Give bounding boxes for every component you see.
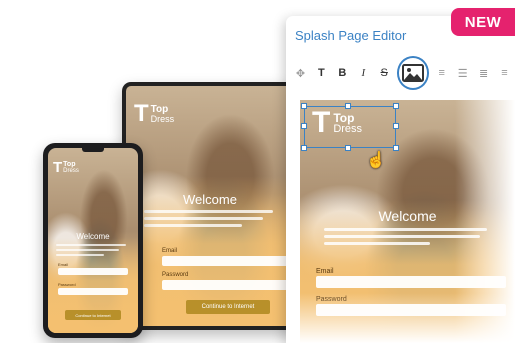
resize-handle[interactable]	[393, 145, 399, 151]
image-icon[interactable]	[396, 56, 430, 90]
welcome-heading: Welcome	[76, 232, 110, 241]
email-field[interactable]	[162, 256, 290, 266]
welcome-text-lines	[144, 210, 284, 231]
continue-button[interactable]: Continue to Internet	[65, 310, 121, 320]
format-toolbar: ✥ T B I S ≡ ☰ ≣ ≡	[286, 56, 515, 90]
continue-button[interactable]: Continue to Internet	[186, 300, 270, 314]
image-glyph	[401, 64, 424, 82]
resize-handle[interactable]	[393, 103, 399, 109]
indent-icon[interactable]: ≣	[473, 62, 494, 84]
more-format-icon[interactable]: ≡	[494, 62, 515, 84]
new-badge: NEW	[451, 8, 515, 36]
move-icon[interactable]: ✥	[290, 62, 311, 84]
selection-box[interactable]	[301, 103, 399, 151]
logo-word-top: Top	[150, 103, 169, 115]
logo-word-dress: Dress	[63, 168, 79, 174]
welcome-heading: Welcome	[183, 192, 237, 207]
editor-title: Splash Page Editor	[295, 28, 407, 43]
resize-handle[interactable]	[301, 145, 307, 151]
password-label: Password	[58, 282, 76, 287]
strikethrough-icon[interactable]: S	[374, 62, 395, 84]
phone-mockup: T Top Dress Welcome Email Password Conti…	[43, 143, 143, 338]
splash-page-editor: Splash Page Editor ✥ T B I S ≡ ☰ ≣ ≡ T T…	[286, 16, 515, 343]
logo-letter: T	[53, 159, 63, 176]
laptop-mockup: T Top Dress Welcome Email Password Conti…	[122, 82, 298, 330]
password-field[interactable]	[162, 280, 290, 290]
email-label: Email	[162, 248, 178, 254]
laptop-splash-screen: T Top Dress Welcome Email Password Conti…	[126, 86, 294, 326]
brand-logo: T Top Dress	[53, 160, 79, 175]
email-label: Email	[58, 262, 69, 267]
email-field[interactable]	[58, 268, 128, 275]
list-icon[interactable]: ☰	[452, 62, 473, 84]
align-icon[interactable]: ≡	[431, 62, 452, 84]
resize-handle[interactable]	[345, 145, 351, 151]
brand-logo: T Top Dress	[134, 102, 174, 126]
editor-canvas[interactable]: T Top Dress ☝ Welcome Email Password	[300, 100, 515, 343]
logo-word-dress: Dress	[150, 113, 175, 124]
resize-handle[interactable]	[393, 123, 399, 129]
resize-handle[interactable]	[345, 103, 351, 109]
logo-word-top: Top	[63, 161, 76, 168]
hand-cursor-icon: ☝	[366, 152, 386, 169]
phone-splash-screen: T Top Dress Welcome Email Password Conti…	[48, 148, 138, 333]
password-field[interactable]	[58, 288, 128, 295]
email-label: Email	[316, 268, 334, 275]
italic-icon[interactable]: I	[353, 62, 374, 84]
resize-handle[interactable]	[301, 103, 307, 109]
text-size-icon[interactable]: T	[311, 62, 332, 84]
logo-letter: T	[134, 100, 149, 127]
resize-handle[interactable]	[301, 123, 307, 129]
password-label: Password	[162, 272, 189, 278]
bold-icon[interactable]: B	[332, 62, 353, 84]
welcome-text-lines	[56, 244, 130, 259]
